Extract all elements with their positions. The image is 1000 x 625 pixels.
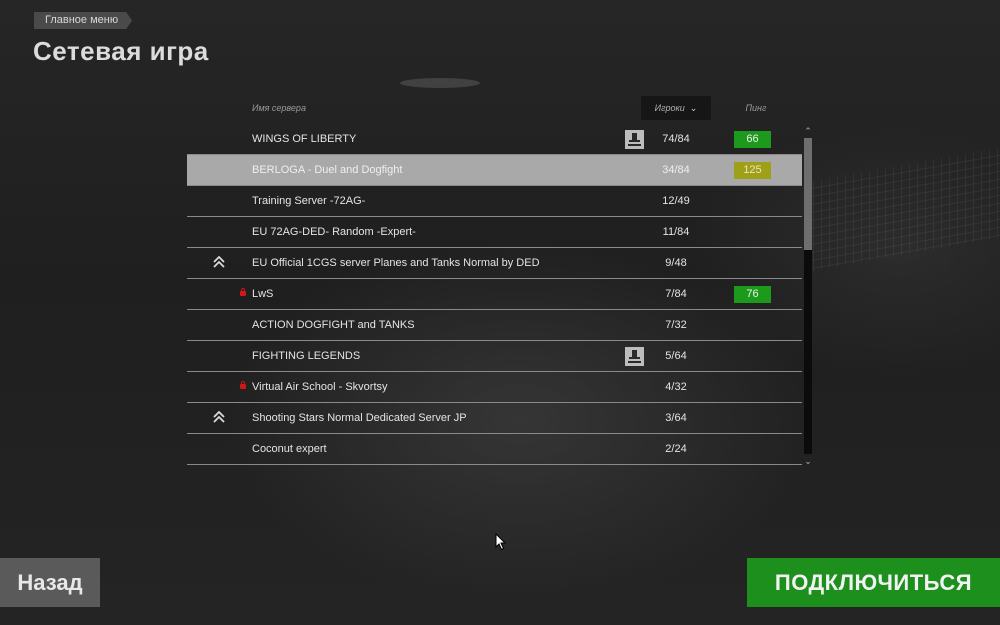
server-name: Training Server -72AG- <box>252 195 366 207</box>
server-players: 34/84 <box>662 164 690 176</box>
lock-icon <box>240 381 246 389</box>
server-players: 12/49 <box>662 195 690 207</box>
server-players: 7/84 <box>665 288 687 300</box>
background-net <box>805 147 1000 273</box>
lock-icon <box>240 288 246 296</box>
column-header-ping[interactable]: Пинг <box>733 96 779 120</box>
connect-button[interactable]: ПОДКЛЮЧИТЬСЯ <box>747 558 1000 607</box>
server-players: 11/84 <box>662 226 690 238</box>
server-ping: 66 <box>734 131 771 148</box>
server-name: Coconut expert <box>252 443 327 455</box>
scroll-up-icon[interactable]: ⌃ <box>803 126 813 136</box>
server-players: 5/64 <box>665 350 687 362</box>
page-title: Сетевая игра <box>33 36 209 66</box>
mouse-cursor-icon <box>495 533 507 551</box>
server-row[interactable]: Coconut expert 2/24 <box>187 434 802 465</box>
server-players: 3/64 <box>665 412 687 424</box>
server-name: FIGHTING LEGENDS <box>252 350 361 362</box>
double-chevron-up-icon <box>211 409 227 425</box>
server-name: Shooting Stars Normal Dedicated Server J… <box>252 412 467 424</box>
server-name: Virtual Air School - Skvortsy <box>252 381 388 393</box>
server-ping: 76 <box>734 286 771 303</box>
breadcrumb[interactable]: Главное меню <box>34 12 132 29</box>
server-row[interactable]: WINGS OF LIBERTY 74/84 66 <box>187 124 802 155</box>
server-name: WINGS OF LIBERTY <box>252 133 357 145</box>
server-row[interactable]: Virtual Air School - Skvortsy 4/32 <box>187 372 802 403</box>
server-row[interactable]: Training Server -72AG- 12/49 <box>187 186 802 217</box>
hangar-lamp <box>400 78 480 88</box>
server-row[interactable]: Shooting Stars Normal Dedicated Server J… <box>187 403 802 434</box>
server-name: EU Official 1CGS server Planes and Tanks… <box>252 257 540 269</box>
scroll-track[interactable] <box>804 138 812 454</box>
server-row[interactable]: EU 72AG-DED- Random -Expert- 11/84 <box>187 217 802 248</box>
server-name: EU 72AG-DED- Random -Expert- <box>252 226 416 238</box>
server-players: 4/32 <box>665 381 687 393</box>
server-name: LwS <box>252 288 274 300</box>
server-list: WINGS OF LIBERTY 74/84 66 BERLOGA - Duel an… <box>187 124 802 465</box>
server-name: ACTION DOGFIGHT and TANKS <box>252 319 415 331</box>
server-players: 7/32 <box>665 319 687 331</box>
scroll-down-icon[interactable]: ⌄ <box>803 456 813 466</box>
column-header-players-label: Игроки <box>654 103 685 113</box>
server-row[interactable]: LwS 7/84 76 <box>187 279 802 310</box>
chevron-down-icon: ⌄ <box>689 103 698 113</box>
scrollbar[interactable]: ⌃ ⌄ <box>803 126 813 466</box>
server-row[interactable]: ACTION DOGFIGHT and TANKS 7/32 <box>187 310 802 341</box>
double-chevron-up-icon <box>211 254 227 270</box>
column-header-players[interactable]: Игроки ⌄ <box>641 96 711 120</box>
server-players: 74/84 <box>662 133 690 145</box>
server-row[interactable]: EU Official 1CGS server Planes and Tanks… <box>187 248 802 279</box>
server-players: 2/24 <box>665 443 687 455</box>
server-ping: 125 <box>734 162 771 179</box>
stamp-icon <box>625 347 644 366</box>
scroll-thumb[interactable] <box>804 138 812 250</box>
column-header-server-name[interactable]: Имя сервера <box>252 96 306 120</box>
stamp-icon <box>625 130 644 149</box>
back-button[interactable]: Назад <box>0 558 100 607</box>
server-players: 9/48 <box>665 257 687 269</box>
server-name: BERLOGA - Duel and Dogfight <box>252 164 403 176</box>
server-row[interactable]: FIGHTING LEGENDS 5/64 <box>187 341 802 372</box>
server-row[interactable]: BERLOGA - Duel and Dogfight 34/84 125 <box>187 155 802 186</box>
